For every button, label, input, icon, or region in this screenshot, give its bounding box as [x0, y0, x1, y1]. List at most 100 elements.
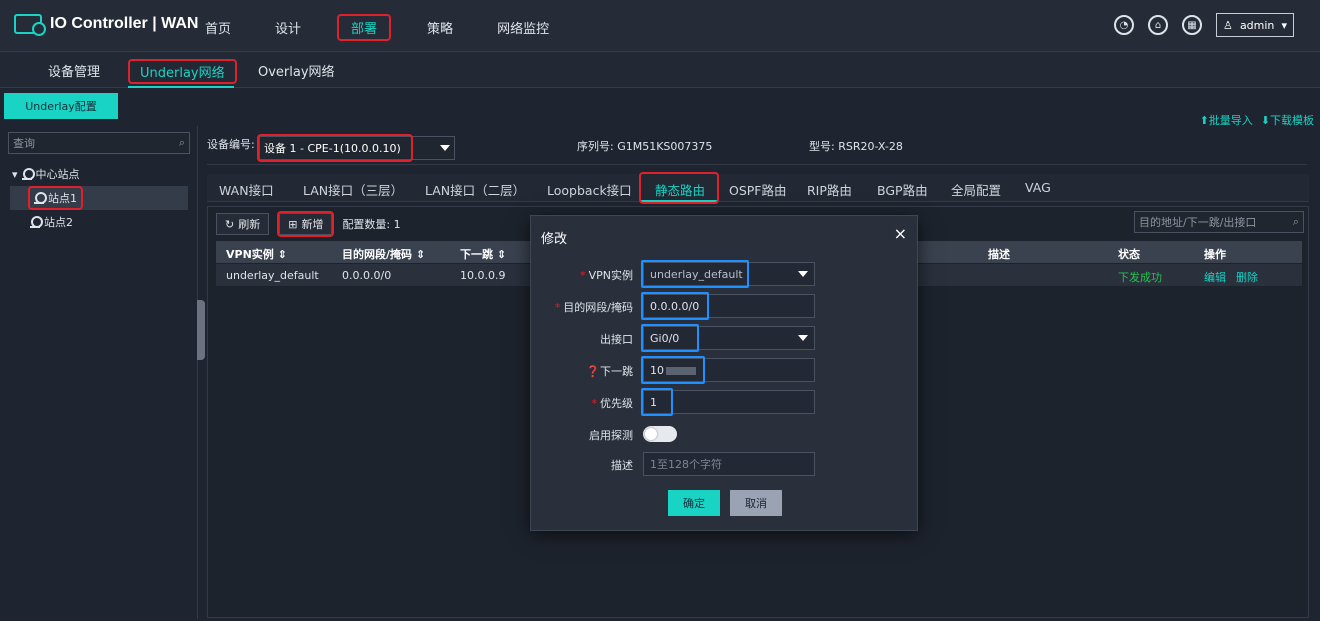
- config-tabs: WAN接口 LAN接口（三层） LAN接口（二层） Loopback接口 静态路…: [207, 172, 1309, 204]
- cell-vpn: underlay_default: [226, 269, 319, 282]
- tab-vag[interactable]: VAG: [1025, 180, 1051, 195]
- col-status: 状态: [1118, 248, 1140, 261]
- edit-route-modal: 修改 × * VPN实例 underlay_default * 目的网段/掩码 0.…: [530, 215, 918, 531]
- col-dest[interactable]: 目的网段/掩码 ⇕: [342, 246, 425, 262]
- add-button[interactable]: ⊞ 新增: [277, 211, 335, 237]
- delete-link[interactable]: 删除: [1236, 269, 1258, 285]
- app-title: IO Controller | WAN: [50, 15, 199, 32]
- caret-down-icon: [798, 335, 808, 341]
- plus-square-icon: ⊞: [288, 217, 298, 231]
- nav-deploy[interactable]: 部署: [337, 14, 392, 41]
- desc-label: 描述: [611, 459, 633, 472]
- route-filter-input[interactable]: 目的地址/下一跳/出接口 ⌕: [1134, 211, 1304, 233]
- tree-node-site1[interactable]: 站点1: [10, 186, 188, 210]
- location-pin-icon: [34, 192, 47, 204]
- config-count: 配置数量: 1: [342, 218, 401, 231]
- app-logo: IO Controller | WAN: [14, 14, 199, 36]
- tree-root-center[interactable]: ▾ 中心站点: [12, 166, 80, 182]
- device-select-highlight: [257, 134, 413, 162]
- tree-node-label: 站点2: [44, 216, 73, 229]
- sub-navbar: 设备管理 Underlay网络 Overlay网络: [0, 52, 1320, 88]
- subtab-device-mgmt[interactable]: 设备管理: [48, 61, 100, 80]
- tree-root-label: 中心站点: [35, 168, 80, 181]
- col-nexthop[interactable]: 下一跳 ⇕: [460, 246, 506, 262]
- cell-nexthop: 10.0.0.9: [460, 269, 506, 282]
- priority-label: * 优先级: [591, 397, 634, 410]
- subtab-underline: [128, 86, 234, 88]
- tree-search-input[interactable]: 查询 ⌕: [8, 132, 190, 154]
- top-navbar: IO Controller | WAN 首页 设计 部署 策略 网络监控 ◔ ⌂…: [0, 0, 1320, 52]
- row-priority: * 优先级 1: [531, 388, 919, 416]
- vpn-label: * VPN实例: [580, 269, 633, 282]
- nexthop-label: ❓下一跳: [586, 365, 633, 378]
- refresh-label: 刷新: [238, 218, 261, 231]
- out-highlight: [641, 324, 699, 352]
- tab-wan[interactable]: WAN接口: [219, 180, 274, 199]
- add-label: 新增: [301, 218, 324, 231]
- tree-node-label: 站点1: [48, 192, 77, 205]
- tab-lan-l3[interactable]: LAN接口（三层）: [303, 180, 403, 199]
- nav-home[interactable]: 首页: [199, 16, 237, 39]
- apps-grid-icon[interactable]: ▦: [1182, 15, 1202, 35]
- subtab-overlay[interactable]: Overlay网络: [258, 61, 335, 80]
- cell-dest: 0.0.0.0/0: [342, 269, 392, 282]
- probe-label: 启用探测: [589, 429, 633, 442]
- row-out: 出接口 Gi0/0: [531, 324, 919, 352]
- nav-policy[interactable]: 策略: [421, 16, 459, 39]
- row-nexthop: ❓下一跳 10: [531, 356, 919, 384]
- desc-input[interactable]: 1至128个字符: [643, 452, 815, 476]
- location-pin-icon: [21, 168, 35, 180]
- tab-bgp[interactable]: BGP路由: [877, 180, 928, 199]
- site-tree-panel: 查询 ⌕ ▾ 中心站点 站点1 站点2: [2, 126, 198, 619]
- edit-link[interactable]: 编辑: [1204, 269, 1226, 285]
- tree-search-placeholder: 查询: [13, 137, 35, 150]
- probe-toggle[interactable]: [643, 426, 677, 442]
- close-icon[interactable]: ×: [894, 224, 907, 243]
- bell-icon[interactable]: ◔: [1114, 15, 1134, 35]
- desc-placeholder: 1至128个字符: [650, 458, 722, 471]
- refresh-button[interactable]: ↻ 刷新: [216, 213, 270, 235]
- col-desc: 描述: [988, 248, 1010, 261]
- row-dest: * 目的网段/掩码 0.0.0.0/0: [531, 292, 919, 320]
- col-actions: 操作: [1204, 248, 1226, 261]
- device-model: 型号: RSR20-X-28: [809, 140, 903, 153]
- vpn-highlight: [641, 260, 749, 288]
- user-icon: ♙: [1223, 18, 1233, 32]
- user-menu[interactable]: ♙ admin ▾: [1216, 13, 1294, 37]
- tree-node-site2[interactable]: 站点2: [10, 210, 188, 234]
- dest-highlight: [641, 292, 709, 320]
- chevron-down-icon: ▾: [1281, 18, 1287, 32]
- tab-global[interactable]: 全局配置: [951, 180, 1001, 199]
- controller-logo-icon: [14, 14, 46, 36]
- top-right-tools: ◔ ⌂ ▦ ♙ admin ▾: [1114, 13, 1294, 37]
- filter-placeholder: 目的地址/下一跳/出接口: [1139, 216, 1257, 229]
- underlay-config-button[interactable]: Underlay配置: [4, 93, 118, 119]
- confirm-button[interactable]: 确定: [668, 490, 720, 516]
- cancel-button[interactable]: 取消: [730, 490, 782, 516]
- col-vpn[interactable]: VPN实例 ⇕: [226, 246, 287, 262]
- location-pin-icon: [30, 216, 43, 228]
- help-icon[interactable]: ❓: [586, 365, 600, 378]
- refresh-icon: ↻: [225, 217, 235, 231]
- tab-ospf[interactable]: OSPF路由: [729, 180, 787, 199]
- subtab-underlay[interactable]: Underlay网络: [128, 59, 237, 84]
- username: admin: [1239, 18, 1275, 32]
- row-probe: 启用探测: [531, 422, 919, 446]
- cell-status: 下发成功: [1118, 271, 1162, 284]
- tab-lan-l2[interactable]: LAN接口（二层）: [425, 180, 525, 199]
- nav-design[interactable]: 设计: [269, 16, 307, 39]
- nav-monitor[interactable]: 网络监控: [491, 16, 555, 39]
- divider: [207, 164, 1307, 165]
- tab-loopback[interactable]: Loopback接口: [547, 180, 632, 199]
- main-nav: 首页 设计 部署 策略 网络监控: [199, 14, 587, 41]
- serial-number: 序列号: G1M51KS007375: [577, 140, 713, 153]
- row-desc: 描述 1至128个字符: [531, 452, 919, 476]
- tab-static-route-highlight: [639, 172, 719, 204]
- device-label: 设备编号:: [207, 138, 255, 151]
- nexthop-highlight: [641, 356, 705, 384]
- tab-rip[interactable]: RIP路由: [807, 180, 852, 199]
- priority-highlight: [641, 388, 673, 416]
- search-icon[interactable]: ⌕: [1293, 215, 1299, 229]
- shirt-icon[interactable]: ⌂: [1148, 15, 1168, 35]
- search-icon[interactable]: ⌕: [179, 136, 185, 150]
